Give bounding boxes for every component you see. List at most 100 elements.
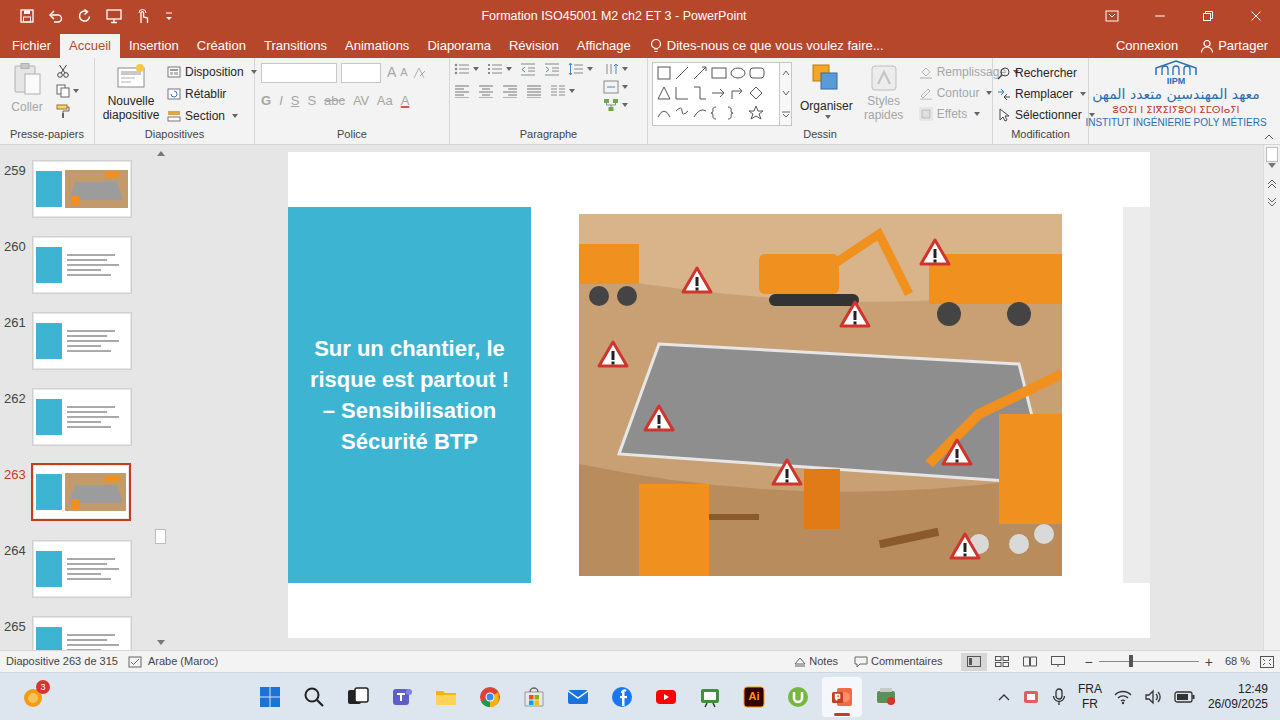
dropdown-caret-icon[interactable] bbox=[587, 67, 593, 71]
slide-title-box[interactable]: Sur un chantier, le risque est partout !… bbox=[288, 207, 531, 583]
dropdown-caret-icon[interactable] bbox=[506, 67, 512, 71]
bullets-icon[interactable] bbox=[454, 62, 470, 76]
tell-me-box[interactable]: Dites-nous ce que vous voulez faire... bbox=[650, 34, 884, 58]
thumbnail-row[interactable]: 260 bbox=[0, 235, 153, 311]
ribbon-options-button[interactable] bbox=[1088, 0, 1136, 32]
tray-app-icon[interactable] bbox=[1022, 688, 1040, 706]
previous-slide-icon[interactable] bbox=[1267, 179, 1277, 189]
align-left-icon[interactable] bbox=[454, 84, 470, 98]
slide-title[interactable]: Sur un chantier, le risque est partout !… bbox=[308, 333, 511, 457]
thumbnail-row[interactable]: 259 bbox=[0, 159, 153, 235]
slide-thumbnail[interactable] bbox=[32, 388, 132, 446]
columns-icon[interactable] bbox=[550, 84, 566, 98]
new-slide-button[interactable]: Nouvelle diapositive bbox=[99, 62, 163, 122]
volume-icon[interactable] bbox=[1144, 689, 1162, 705]
slide-thumbnail[interactable] bbox=[32, 616, 132, 650]
dropdown-caret-icon[interactable] bbox=[622, 67, 628, 71]
widgets-button[interactable]: 3 bbox=[22, 686, 44, 708]
increase-indent-icon[interactable] bbox=[544, 62, 560, 76]
decrease-indent-icon[interactable] bbox=[520, 62, 536, 76]
save-icon[interactable] bbox=[20, 9, 34, 23]
dropdown-caret-icon[interactable] bbox=[825, 115, 831, 119]
font-style-button[interactable]: abc bbox=[324, 91, 345, 111]
scroll-down-arrow-icon[interactable] bbox=[1268, 163, 1276, 168]
touch-mode-icon[interactable] bbox=[136, 8, 150, 24]
font-name-field[interactable] bbox=[261, 63, 337, 83]
zoom-in-button[interactable]: + bbox=[1205, 655, 1213, 669]
align-center-icon[interactable] bbox=[478, 84, 494, 98]
font-style-button[interactable]: I bbox=[279, 91, 283, 111]
microphone-icon[interactable] bbox=[1052, 688, 1066, 706]
scroll-down-arrow-icon[interactable] bbox=[157, 640, 165, 645]
scroll-up-arrow-icon[interactable] bbox=[157, 151, 165, 156]
slide-thumbnail[interactable] bbox=[32, 160, 132, 218]
font-style-button[interactable]: Aa bbox=[377, 91, 393, 111]
scroll-thumb[interactable] bbox=[1266, 147, 1278, 162]
language-indicator[interactable]: Arabe (Maroc) bbox=[148, 653, 218, 670]
repeat-icon[interactable] bbox=[78, 9, 92, 23]
ribbon-tab[interactable]: Transitions bbox=[255, 34, 336, 58]
reset-button[interactable]: Rétablir bbox=[167, 84, 257, 103]
dropdown-caret-icon[interactable] bbox=[473, 67, 479, 71]
ribbon-tab[interactable]: Création bbox=[188, 34, 255, 58]
taskbar-app[interactable] bbox=[602, 677, 642, 717]
taskbar-app[interactable] bbox=[558, 677, 598, 717]
ribbon-tab[interactable]: Affichage bbox=[568, 34, 640, 58]
input-language[interactable]: FRAFR bbox=[1078, 682, 1102, 712]
normal-view-button[interactable] bbox=[961, 653, 987, 671]
taskbar-app[interactable] bbox=[514, 677, 554, 717]
ribbon-tab[interactable]: Insertion bbox=[120, 34, 188, 58]
scroll-up-icon[interactable] bbox=[782, 70, 790, 76]
slide-thumbnail[interactable] bbox=[32, 312, 132, 370]
comments-button[interactable]: Commentaires bbox=[854, 653, 943, 670]
thumbnail-row[interactable]: 263 bbox=[0, 463, 153, 539]
taskbar-app[interactable] bbox=[646, 677, 686, 717]
slide-thumbnail[interactable] bbox=[32, 236, 132, 294]
show-hidden-icons-icon[interactable] bbox=[998, 693, 1010, 701]
font-style-button[interactable]: S bbox=[291, 91, 300, 111]
battery-icon[interactable] bbox=[1174, 690, 1196, 704]
align-right-icon[interactable] bbox=[502, 84, 518, 98]
dropdown-caret-icon[interactable] bbox=[1080, 92, 1086, 96]
thumbnail-row[interactable]: 261 bbox=[0, 311, 153, 387]
undo-icon[interactable] bbox=[48, 9, 64, 23]
shapes-icon[interactable] bbox=[656, 65, 776, 123]
slide-thumbnail[interactable] bbox=[31, 463, 131, 521]
cut-icon[interactable] bbox=[56, 64, 70, 78]
taskbar-app[interactable] bbox=[470, 677, 510, 717]
dropdown-caret-icon[interactable] bbox=[1089, 113, 1095, 117]
thumbnail-scrollbar[interactable] bbox=[153, 145, 168, 650]
ribbon-tab[interactable]: Animations bbox=[336, 34, 418, 58]
thumbnail-row[interactable]: 264 bbox=[0, 539, 153, 615]
zoom-slider[interactable] bbox=[1099, 661, 1199, 662]
notes-button[interactable]: Notes bbox=[794, 653, 838, 670]
select-button[interactable]: Sélectionner bbox=[997, 105, 1095, 124]
shrink-font-button[interactable]: A bbox=[400, 64, 407, 81]
minimize-button[interactable] bbox=[1136, 0, 1184, 32]
reading-view-button[interactable] bbox=[1017, 653, 1043, 671]
ribbon-tab[interactable]: Révision bbox=[500, 34, 568, 58]
taskbar-app[interactable] bbox=[866, 677, 906, 717]
grow-font-button[interactable]: A bbox=[387, 62, 396, 83]
scroll-down-icon[interactable] bbox=[782, 90, 790, 96]
taskbar-app[interactable] bbox=[822, 677, 862, 717]
wifi-icon[interactable] bbox=[1114, 689, 1132, 705]
restore-button[interactable] bbox=[1184, 0, 1232, 32]
dropdown-caret-icon[interactable] bbox=[622, 85, 628, 89]
proofing-icon[interactable] bbox=[128, 656, 142, 668]
taskbar-app[interactable] bbox=[382, 677, 422, 717]
font-style-button[interactable]: S bbox=[307, 91, 316, 111]
dropdown-caret-icon[interactable] bbox=[251, 70, 257, 74]
zoom-level[interactable]: 68 % bbox=[1225, 653, 1250, 670]
slideshow-button[interactable] bbox=[1045, 653, 1071, 671]
paste-button[interactable]: Coller bbox=[4, 62, 50, 116]
ribbon-tab[interactable]: Accueil bbox=[60, 34, 120, 58]
dropdown-caret-icon[interactable] bbox=[569, 89, 575, 93]
taskbar-app[interactable] bbox=[778, 677, 818, 717]
dropdown-caret-icon[interactable] bbox=[622, 103, 628, 107]
align-text-icon[interactable] bbox=[603, 80, 619, 94]
fit-to-window-icon[interactable] bbox=[1260, 656, 1274, 668]
shape-fill-button[interactable]: Remplissage bbox=[919, 62, 1019, 81]
taskbar-app[interactable] bbox=[294, 677, 334, 717]
smartart-icon[interactable] bbox=[603, 98, 619, 112]
